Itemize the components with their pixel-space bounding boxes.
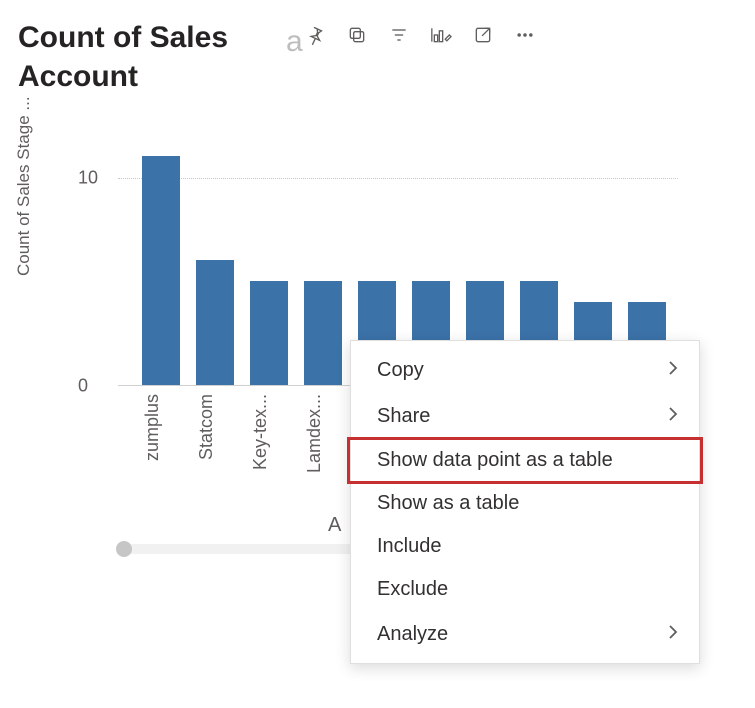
export-icon[interactable] (472, 24, 494, 46)
menu-item-share[interactable]: Share (351, 393, 699, 439)
y-tick-label: 10 (78, 167, 98, 188)
x-tick-label: Key-tex... (250, 394, 288, 494)
filter-icon[interactable] (388, 24, 410, 46)
bar[interactable] (304, 281, 342, 385)
menu-item-show-as-a-table[interactable]: Show as a table (351, 482, 699, 525)
chevron-right-icon (667, 403, 679, 429)
visual-toolbar (304, 18, 536, 46)
more-icon[interactable] (514, 24, 536, 46)
menu-item-label: Analyze (377, 623, 448, 646)
menu-item-copy[interactable]: Copy (351, 347, 699, 393)
menu-item-label: Show data point as a table (377, 449, 613, 472)
copy-icon[interactable] (346, 24, 368, 46)
visual-header: Count of Sales Account (18, 18, 737, 96)
menu-item-label: Copy (377, 359, 424, 382)
menu-item-label: Show as a table (377, 492, 519, 515)
bar[interactable] (250, 281, 288, 385)
context-menu: Copy Share Show data point as a table Show … (350, 340, 700, 664)
x-tick-label: Statcom (196, 394, 234, 494)
x-tick-label: Lamdex... (304, 394, 342, 494)
menu-item-show-data-point-as-a-table[interactable]: Show data point as a table (351, 439, 699, 482)
scrollbar-thumb[interactable] (116, 541, 132, 557)
chevron-right-icon (667, 621, 679, 647)
visual-title: Count of Sales Account (18, 18, 298, 96)
menu-item-label: Exclude (377, 578, 448, 601)
bar[interactable] (142, 156, 180, 385)
chevron-right-icon (667, 357, 679, 383)
x-tick-label: zumplus (142, 394, 180, 494)
pin-icon[interactable] (304, 24, 326, 46)
menu-item-exclude[interactable]: Exclude (351, 568, 699, 611)
y-axis-label: Count of Sales Stage ... (14, 96, 34, 276)
x-axis-title: A (328, 514, 341, 537)
menu-item-include[interactable]: Include (351, 525, 699, 568)
bar[interactable] (196, 260, 234, 385)
menu-item-label: Include (377, 535, 442, 558)
menu-item-analyze[interactable]: Analyze (351, 611, 699, 657)
personalize-icon[interactable] (430, 24, 452, 46)
menu-item-label: Share (377, 405, 430, 428)
y-tick-label: 0 (78, 376, 88, 397)
